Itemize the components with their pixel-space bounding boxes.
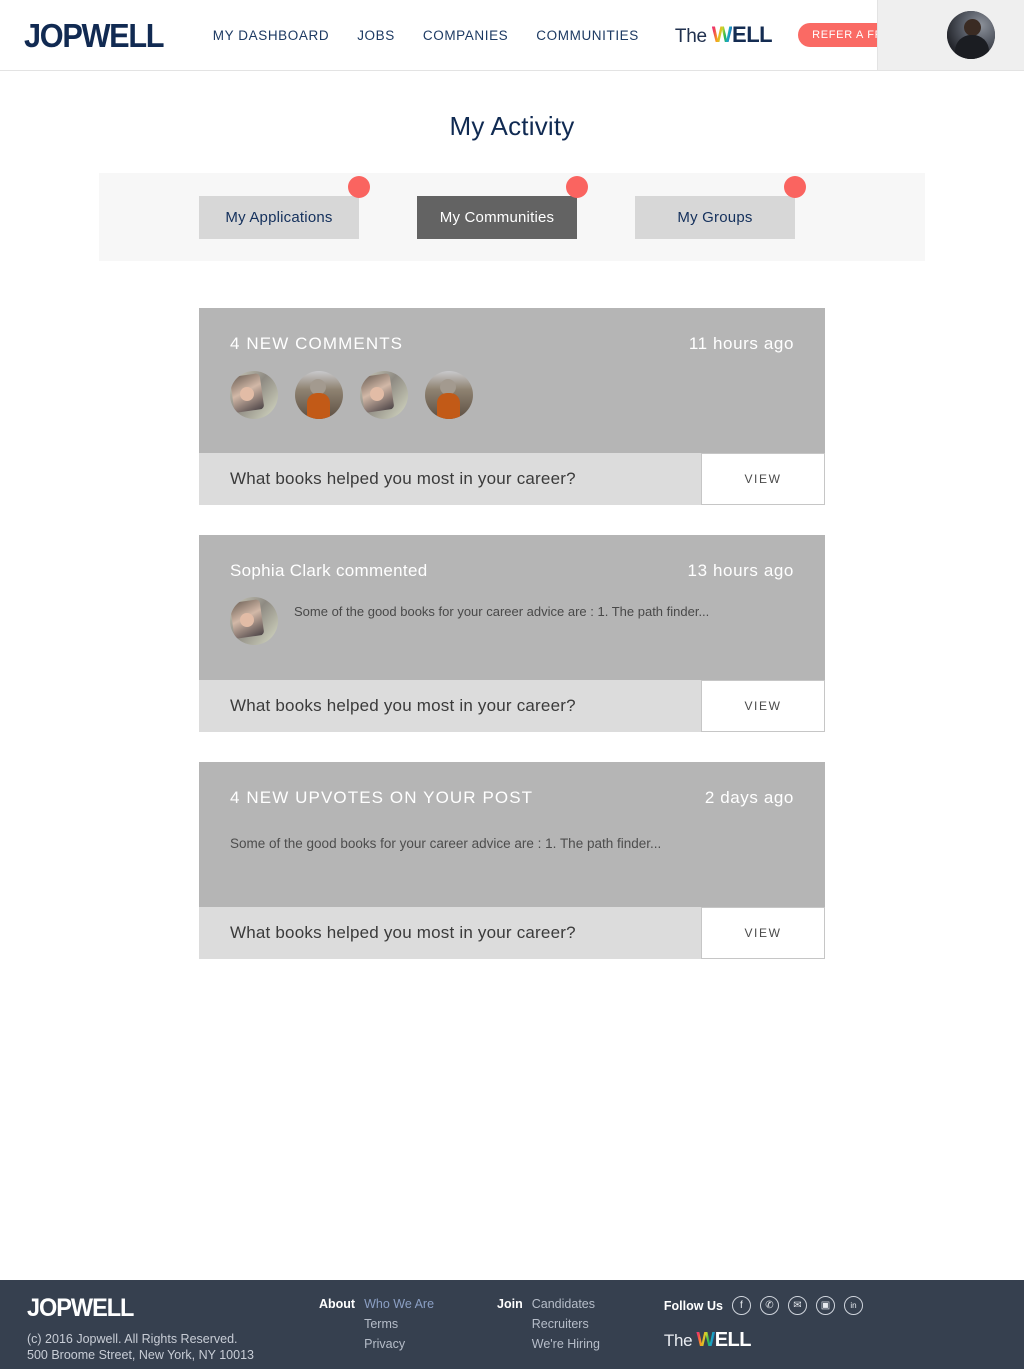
- footer-copyright-line1: (c) 2016 Jopwell. All Rights Reserved.: [27, 1332, 238, 1346]
- avatar-body-shape: [955, 35, 989, 59]
- footer-about-links: Who We Are Terms Privacy: [364, 1296, 434, 1369]
- footer-jopwell-logo[interactable]: JOPWELL: [27, 1296, 276, 1321]
- activity-card-question: What books helped you most in your caree…: [230, 469, 576, 488]
- tab-my-groups[interactable]: My Groups: [635, 175, 806, 239]
- footer-copyright: (c) 2016 Jopwell. All Rights Reserved. 5…: [27, 1331, 292, 1363]
- nav-item-jobs[interactable]: JOBS: [343, 28, 409, 43]
- the-well-logo[interactable]: The W ELL: [674, 22, 773, 48]
- footer-brand: JOPWELL (c) 2016 Jopwell. All Rights Res…: [27, 1296, 292, 1369]
- linkedin-icon[interactable]: in: [843, 1296, 863, 1315]
- tab-my-groups-label: My Groups: [677, 208, 753, 226]
- footer-link-privacy[interactable]: Privacy: [364, 1336, 434, 1352]
- activity-card-list: 4 NEW COMMENTS 11 hours ago What books h…: [199, 308, 825, 959]
- commenter-avatar[interactable]: [425, 371, 473, 419]
- activity-card: Sophia Clark commented 13 hours ago Some…: [199, 535, 825, 732]
- footer-about-column: About Who We Are Terms Privacy: [319, 1296, 434, 1369]
- view-button[interactable]: VIEW: [701, 679, 825, 732]
- footer-join-links: Candidates Recruiters We're Hiring: [532, 1296, 600, 1369]
- footer-follow-row: Follow Us f ✆ ✉ ▣ in: [664, 1296, 863, 1315]
- activity-card-header: 4 NEW UPVOTES ON YOUR POST 2 days ago So…: [199, 762, 825, 907]
- commenter-avatar[interactable]: [230, 371, 278, 419]
- nav-item-my-dashboard[interactable]: MY DASHBOARD: [199, 28, 343, 43]
- activity-card-header: Sophia Clark commented 13 hours ago Some…: [199, 535, 825, 680]
- footer-the-well-ell-text: ELL: [714, 1329, 752, 1351]
- activity-card-header: 4 NEW COMMENTS 11 hours ago: [199, 308, 825, 453]
- commenter-avatar[interactable]: [295, 371, 343, 419]
- the-well-w-glyph: W: [711, 22, 733, 47]
- tab-my-applications[interactable]: My Applications: [199, 175, 370, 239]
- footer-the-well-the-text: The: [663, 1331, 693, 1350]
- nav-item-companies[interactable]: COMPANIES: [409, 28, 522, 43]
- activity-card-question: What books helped you most in your caree…: [230, 696, 576, 715]
- tab-my-communities-label: My Communities: [439, 208, 555, 226]
- commenter-avatar-row: [230, 371, 794, 419]
- activity-card-question: What books helped you most in your caree…: [230, 923, 576, 942]
- site-header: JOPWELL MY DASHBOARD JOBS COMPANIES COMM…: [0, 0, 1024, 71]
- footer-link-candidates[interactable]: Candidates: [532, 1296, 600, 1312]
- footer-link-terms[interactable]: Terms: [364, 1316, 434, 1332]
- jopwell-logo[interactable]: JOPWELL: [24, 19, 165, 52]
- commenter-avatar[interactable]: [230, 597, 278, 645]
- footer-link-recruiters[interactable]: Recruiters: [532, 1316, 600, 1332]
- footer-follow-column: Follow Us f ✆ ✉ ▣ in The W ELL: [664, 1296, 863, 1369]
- activity-card: 4 NEW COMMENTS 11 hours ago What books h…: [199, 308, 825, 505]
- activity-card-title: 4 NEW UPVOTES ON YOUR POST: [230, 788, 534, 807]
- avatar[interactable]: [947, 11, 995, 59]
- activity-tabs-panel: My Applications My Communities My Groups: [99, 173, 925, 261]
- footer-the-well-w-glyph: W: [696, 1329, 715, 1351]
- comment-body: Some of the good books for your career a…: [294, 604, 710, 619]
- main-nav: MY DASHBOARD JOBS COMPANIES COMMUNITIES: [199, 28, 653, 43]
- activity-card-footer: What books helped you most in your caree…: [199, 452, 825, 505]
- footer-link-who-we-are[interactable]: Who We Are: [364, 1296, 434, 1312]
- tab-my-applications-label: My Applications: [225, 208, 333, 226]
- email-icon[interactable]: ✉: [787, 1296, 807, 1315]
- footer-the-well-logo[interactable]: The W ELL: [664, 1329, 863, 1352]
- footer-join-column: Join Candidates Recruiters We're Hiring: [497, 1296, 600, 1369]
- activity-card-timestamp: 11 hours ago: [688, 334, 794, 353]
- activity-card-footer: What books helped you most in your caree…: [199, 906, 825, 959]
- avatar-head-shape: [964, 19, 981, 36]
- page-title: My Activity: [449, 111, 575, 141]
- activity-card-headline: 4 NEW COMMENTS 11 hours ago: [230, 334, 794, 354]
- tab-my-applications-badge: [348, 175, 370, 198]
- footer-join-heading: Join: [497, 1297, 523, 1311]
- view-button[interactable]: VIEW: [701, 906, 825, 959]
- activity-card: 4 NEW UPVOTES ON YOUR POST 2 days ago So…: [199, 762, 825, 959]
- footer-about-heading: About: [319, 1297, 356, 1311]
- view-button[interactable]: VIEW: [701, 452, 825, 505]
- twitter-icon[interactable]: ✆: [759, 1296, 779, 1315]
- activity-card-footer: What books helped you most in your caree…: [199, 679, 825, 732]
- post-body: Some of the good books for your career a…: [230, 836, 662, 851]
- footer-address-line: 500 Broome Street, New York, NY 10013: [27, 1348, 254, 1362]
- instagram-icon[interactable]: ▣: [815, 1296, 835, 1315]
- activity-card-timestamp: 13 hours ago: [687, 561, 794, 580]
- activity-card-title: 4 NEW COMMENTS: [230, 334, 404, 353]
- activity-card-timestamp: 2 days ago: [704, 788, 794, 807]
- activity-card-headline: Sophia Clark commented 13 hours ago: [230, 561, 794, 581]
- the-well-ell-text: ELL: [732, 22, 773, 47]
- user-avatar-image[interactable]: [947, 11, 995, 59]
- the-well-the-text: The: [674, 26, 707, 47]
- comment-preview: Some of the good books for your career a…: [230, 597, 794, 645]
- nav-item-communities[interactable]: COMMUNITIES: [522, 28, 653, 43]
- activity-card-headline: 4 NEW UPVOTES ON YOUR POST 2 days ago: [230, 788, 794, 808]
- commenter-avatar[interactable]: [360, 371, 408, 419]
- facebook-icon[interactable]: f: [731, 1296, 751, 1315]
- tab-my-groups-badge: [784, 175, 806, 198]
- footer-link-were-hiring[interactable]: We're Hiring: [532, 1336, 600, 1352]
- site-footer: JOPWELL (c) 2016 Jopwell. All Rights Res…: [0, 1280, 1024, 1369]
- tab-my-communities-badge: [566, 175, 588, 198]
- tab-my-communities[interactable]: My Communities: [417, 175, 588, 239]
- activity-card-title: Sophia Clark commented: [230, 561, 428, 580]
- footer-follow-heading: Follow Us: [663, 1298, 723, 1313]
